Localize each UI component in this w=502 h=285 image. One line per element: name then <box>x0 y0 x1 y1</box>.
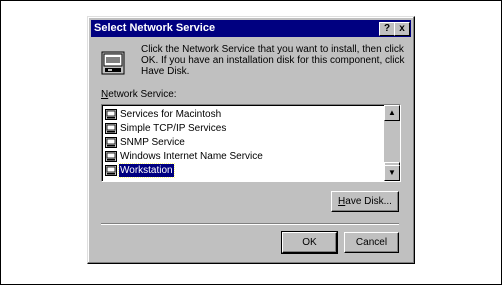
service-label: Workstation <box>118 163 175 178</box>
dialog-title: Select Network Service <box>94 22 216 34</box>
close-button[interactable]: x <box>394 22 410 36</box>
instructions-text: Click the Network Service that you want … <box>141 44 405 77</box>
arrow-down-icon: ▼ <box>388 168 396 177</box>
have-disk-button[interactable]: Have Disk... <box>331 191 399 212</box>
vertical-scrollbar[interactable]: ▲ ▼ <box>384 105 400 181</box>
service-items: Services for Macintosh Simple TCP/IP Serv… <box>105 108 381 178</box>
service-label: SNMP Service <box>120 137 185 148</box>
close-icon: x <box>399 23 405 34</box>
network-service-label-rest: etwork Service: <box>108 89 177 100</box>
network-service-label: Network Service: <box>101 89 177 100</box>
scroll-down-button[interactable]: ▼ <box>384 165 400 181</box>
network-service-list[interactable]: Services for Macintosh Simple TCP/IP Serv… <box>101 104 401 182</box>
title-bar[interactable]: Select Network Service ? x <box>91 20 411 37</box>
have-disk-label: ave Disk... <box>345 196 392 207</box>
service-list-item[interactable]: Workstation <box>105 163 381 178</box>
service-list-item[interactable]: Windows Internet Name Service <box>105 150 381 164</box>
help-button[interactable]: ? <box>379 22 395 36</box>
service-list-item[interactable]: Services for Macintosh <box>105 108 381 122</box>
network-service-icon <box>105 123 117 134</box>
cancel-button[interactable]: Cancel <box>344 232 399 253</box>
network-service-icon <box>105 151 117 162</box>
separator <box>101 223 399 225</box>
service-label: Simple TCP/IP Services <box>120 123 227 134</box>
select-network-service-dialog: Select Network Service ? x Click the Net… <box>87 16 415 264</box>
service-list-item[interactable]: Simple TCP/IP Services <box>105 122 381 136</box>
scroll-up-button[interactable]: ▲ <box>384 105 400 121</box>
arrow-up-icon: ▲ <box>388 108 396 117</box>
service-list-item[interactable]: SNMP Service <box>105 136 381 150</box>
service-label: Services for Macintosh <box>120 109 222 120</box>
ok-button[interactable]: OK <box>281 231 338 254</box>
floppy-disk-icon <box>101 51 125 75</box>
network-service-icon <box>105 137 117 148</box>
network-service-icon <box>105 165 117 176</box>
network-service-icon <box>105 109 117 120</box>
service-label: Windows Internet Name Service <box>120 151 263 162</box>
